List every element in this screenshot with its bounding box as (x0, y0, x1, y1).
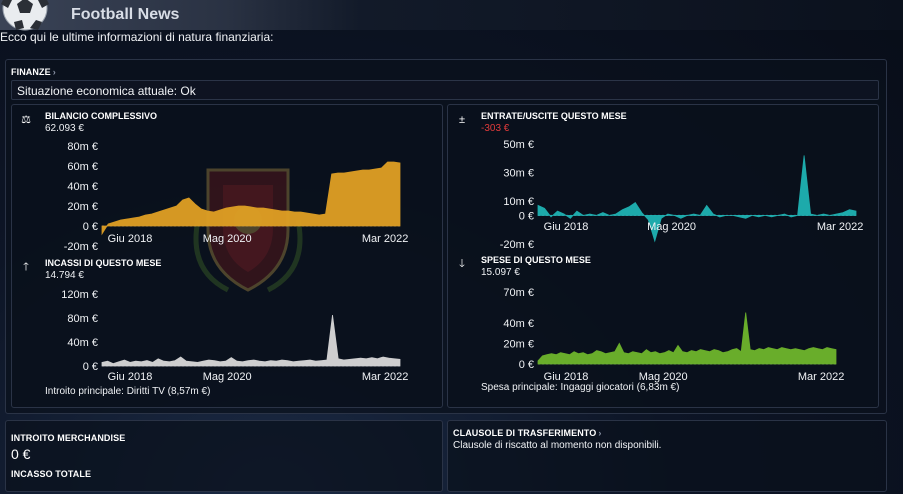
income-chart: 120m € 80m € 40m € 0 € Giu 2018 Mag 2020 Mar 2… (61, 289, 408, 383)
merchandise-panel (5, 420, 443, 492)
balance-scale-icon: ⚖ (21, 114, 31, 126)
plus-minus-icon: ± (458, 114, 466, 126)
transfer-clauses-text: Clausole di riscatto al momento non disp… (453, 440, 662, 451)
y-tick-label: 30m € (503, 168, 534, 180)
arrow-down-icon: 🡓 (459, 258, 465, 270)
intro-text: Ecco qui le ultime informazioni di natur… (0, 30, 274, 44)
transfer-clauses-label: CLAUSOLE DI TRASFERIMENTO (453, 428, 597, 438)
football-icon (1, 0, 49, 31)
finances-title-label: FINANZE (11, 67, 51, 77)
y-tick-label: -20m € (64, 241, 98, 253)
y-tick-label: 0 € (83, 361, 98, 373)
expenses-caption: Spesa principale: Ingaggi giocatori (6,8… (481, 382, 680, 393)
series-area (101, 314, 401, 367)
income-caption: Introito principale: Diritti TV (8,57m €… (45, 386, 211, 397)
y-tick-label: -20m € (500, 239, 534, 251)
y-tick-label: 40m € (67, 337, 98, 349)
series-area (537, 312, 837, 365)
status-box: Situazione economica attuale: Ok (11, 80, 879, 100)
inout-value: -303 € (481, 123, 510, 134)
merchandise-value: 0 € (11, 446, 31, 462)
title-bar: Football News (0, 0, 903, 31)
merchandise-title: INTROITO MERCHANDISE (11, 433, 126, 443)
x-tick-label: Mag 2020 (203, 233, 252, 245)
x-tick-label: Mar 2022 (817, 221, 863, 233)
status-text: Situazione economica attuale: Ok (17, 84, 196, 98)
y-tick-label: 70m € (503, 287, 534, 299)
x-tick-label: Mar 2022 (362, 371, 408, 383)
transfer-clauses-title[interactable]: CLAUSOLE DI TRASFERIMENTO › (453, 428, 601, 438)
balance-chart-title: BILANCIO COMPLESSIVO (45, 111, 158, 121)
x-tick-label: Mag 2020 (647, 221, 696, 233)
y-tick-label: 20m € (503, 338, 534, 350)
x-tick-label: Giu 2018 (108, 233, 153, 245)
balance-chart: 80m € 60m € 40m € 20m € 0 € -20m € Giu 2018 Mag… (64, 141, 409, 253)
x-tick-label: Giu 2018 (108, 371, 153, 383)
y-tick-label: 60m € (67, 161, 98, 173)
y-tick-label: 0 € (519, 359, 534, 371)
x-tick-label: Mag 2020 (203, 371, 252, 383)
balance-value: 62.093 € (45, 123, 84, 134)
expenses-chart: 70m €40m €20m €0 €Giu 2018 Mag 2020 Mar 20… (503, 287, 844, 383)
y-tick-label: 0 € (83, 221, 98, 233)
y-tick-label: 20m € (67, 201, 98, 213)
y-tick-label: 80m € (67, 313, 98, 325)
expenses-chart-title: SPESE DI QUESTO MESE (481, 255, 591, 265)
series-area (101, 161, 401, 236)
inout-chart: 50m € 30m € 10m € 0 € -20m € Giu 2018 Mag 2020… (500, 139, 864, 251)
x-tick-label: Giu 2018 (544, 221, 589, 233)
y-tick-label: 50m € (503, 139, 534, 151)
total-income-title: INCASSO TOTALE (11, 469, 92, 479)
x-tick-label: Mar 2022 (798, 371, 844, 383)
income-chart-title: INCASSI DI QUESTO MESE (45, 258, 162, 268)
inout-chart-title: ENTRATE/USCITE QUESTO MESE (481, 111, 627, 121)
y-tick-label: 80m € (67, 141, 98, 153)
finances-section-title[interactable]: FINANZE › (11, 67, 56, 77)
chevron-right-icon: › (52, 67, 56, 77)
page-title: Football News (71, 6, 180, 23)
y-tick-label: 40m € (67, 181, 98, 193)
y-tick-label: 0 € (519, 210, 534, 222)
income-value: 14.794 € (45, 270, 84, 281)
expenses-value: 15.097 € (481, 267, 520, 278)
y-tick-label: 40m € (503, 318, 534, 330)
arrow-up-icon: 🡑 (23, 261, 29, 273)
y-tick-label: 120m € (61, 289, 98, 301)
y-tick-label: 10m € (503, 196, 534, 208)
x-tick-label: Mar 2022 (362, 233, 408, 245)
chevron-right-icon: › (598, 428, 602, 438)
